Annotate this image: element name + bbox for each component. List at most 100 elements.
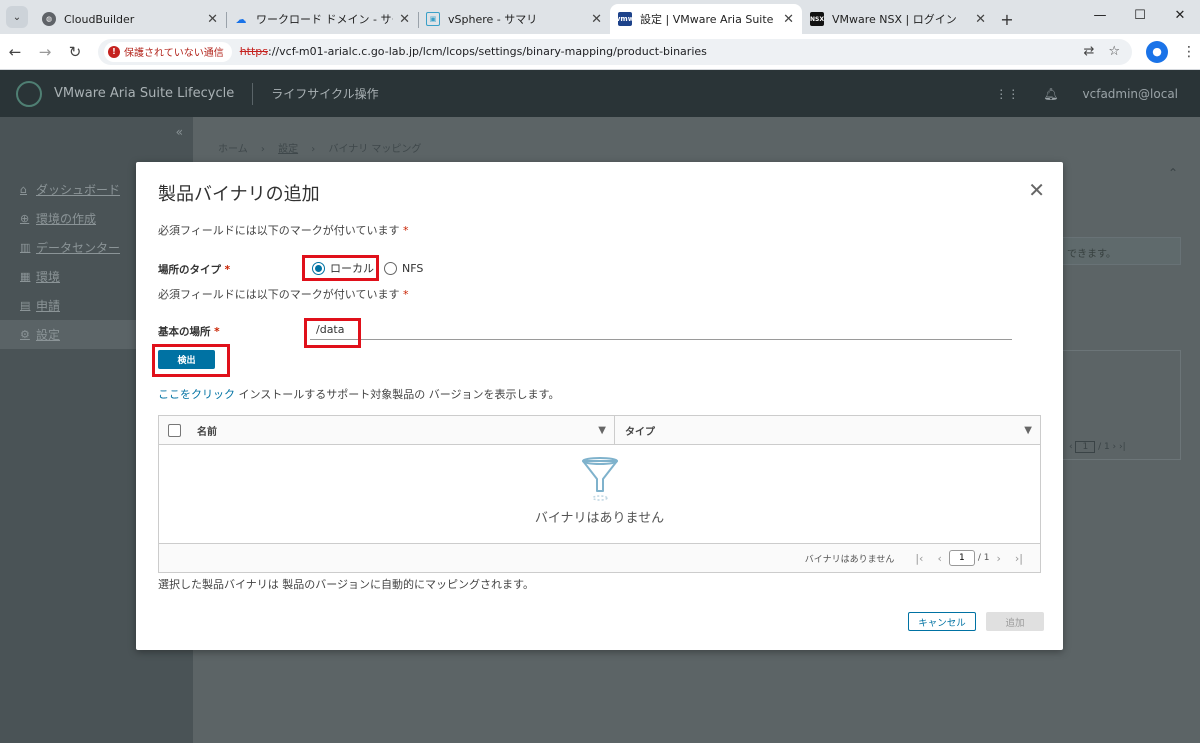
warning-icon: !	[108, 45, 120, 58]
required-star: *	[224, 264, 231, 276]
url-text[interactable]: https://vcf-m01-arialc.c.go-lab.jp/lcm/l…	[240, 45, 707, 58]
empty-funnel-icon	[582, 457, 618, 501]
tab-title: CloudBuilder	[64, 12, 135, 26]
maximize-icon[interactable]: ☐	[1120, 0, 1160, 30]
bell-icon[interactable]: 🔔︎	[1043, 87, 1058, 101]
vsphere-icon: ▣	[426, 12, 440, 26]
column-type[interactable]: タイプ ▼	[615, 416, 1040, 444]
close-icon[interactable]: ✕	[783, 12, 794, 27]
close-window-icon[interactable]: ✕	[1160, 0, 1200, 30]
browser-tab-vsphere[interactable]: ▣ vSphere - サマリ ✕	[418, 4, 610, 34]
breadcrumb-settings[interactable]: 設定	[278, 144, 298, 155]
back-arrow-icon[interactable]: ←	[0, 43, 30, 61]
browser-tab-nsx[interactable]: NSX VMware NSX | ログイン ✕	[802, 4, 994, 34]
previous-page-icon[interactable]: ‹	[937, 552, 941, 565]
datagrid-footer: バイナリはありません |‹ ‹ / 1 › ›|	[159, 543, 1040, 572]
browser-tab-cloudbuilder[interactable]: ◍ CloudBuilder ✕	[34, 4, 226, 34]
add-button[interactable]: 追加	[986, 612, 1044, 631]
location-type-label: 場所のタイプ *	[158, 262, 230, 277]
cancel-button[interactable]: キャンセル	[908, 612, 976, 631]
header-nav-lifecycle-ops[interactable]: ライフサイクル操作	[271, 85, 378, 102]
tab-search-button[interactable]: ⌄	[6, 6, 28, 28]
base-location-label: 基本の場所 *	[158, 324, 220, 339]
filter-icon[interactable]: ▼	[598, 425, 606, 436]
clipboard-icon: ▤	[20, 299, 31, 312]
profile-avatar-icon[interactable]: ●	[1146, 40, 1168, 63]
tab-title: vSphere - サマリ	[448, 13, 538, 26]
next-page-icon[interactable]: ›	[996, 552, 1000, 565]
breadcrumb: ホーム › 設定 › バイナリ マッピング	[218, 144, 422, 155]
url-scheme: https	[239, 45, 269, 58]
aria-logo-icon	[16, 80, 42, 107]
column-type-label: タイプ	[625, 426, 655, 438]
grid-icon: ▦	[20, 270, 31, 283]
radio-nfs[interactable]: NFS	[384, 261, 423, 275]
window-controls: — ☐ ✕	[1080, 0, 1200, 30]
location-type-label-text: 場所のタイプ	[158, 264, 221, 276]
add-product-binaries-dialog: 製品バイナリの追加 ✕ 必須フィールドには以下のマークが付いています * 場所の…	[136, 162, 1063, 650]
empty-message: バイナリはありません	[534, 511, 665, 526]
breadcrumb-home[interactable]: ホーム	[218, 144, 248, 155]
close-icon[interactable]: ✕	[1028, 178, 1045, 202]
apps-grid-icon[interactable]: ⋮⋮	[995, 87, 1019, 101]
translate-icon[interactable]: ⇄	[1083, 44, 1094, 59]
info-text: インストールするサポート対象製品の バージョンを表示します。	[235, 388, 560, 401]
dialog-title: 製品バイナリの追加	[158, 184, 320, 205]
sidebar-item-label: 設定	[36, 328, 61, 342]
app-title: VMware Aria Suite Lifecycle	[54, 86, 235, 101]
radio-local-label: ローカル	[330, 262, 374, 275]
background-pager: ‹ 1 / 1 › ›|	[1069, 441, 1126, 453]
address-bar[interactable]: ! 保護されていない通信 https://vcf-m01-arialc.c.go…	[98, 38, 1132, 65]
footer-summary: バイナリはありません	[804, 554, 895, 565]
required-star: *	[214, 326, 220, 338]
sidebar-item-label: 環境の作成	[36, 212, 97, 226]
radio-local[interactable]: ローカル	[312, 260, 374, 276]
radio-unselected-icon	[384, 261, 397, 275]
filter-icon[interactable]: ▼	[1024, 425, 1032, 436]
click-here-link[interactable]: ここをクリック	[158, 388, 235, 401]
chevron-up-icon[interactable]: ⌃	[1168, 166, 1178, 180]
gear-icon: ⚙	[20, 328, 30, 341]
minimize-icon[interactable]: —	[1080, 0, 1120, 30]
reload-icon[interactable]: ↻	[60, 43, 90, 61]
sidebar-item-label: ダッシュボード	[36, 183, 121, 197]
required-note-text: 必須フィールドには以下のマークが付いています	[158, 288, 400, 301]
close-icon[interactable]: ✕	[207, 12, 218, 27]
breadcrumb-binary-mapping: バイナリ マッピング	[328, 144, 422, 155]
browser-toolbar: ← → ↻ ! 保護されていない通信 https://vcf-m01-arial…	[0, 34, 1200, 70]
location-type-radio-group: ローカル NFS	[312, 260, 433, 276]
column-name[interactable]: 名前 ▼	[197, 416, 615, 444]
forward-arrow-icon[interactable]: →	[30, 43, 60, 61]
radio-selected-icon	[312, 261, 325, 275]
browser-tab-workload-domain[interactable]: ☁ ワークロード ドメイン - サービス ✕	[226, 4, 418, 34]
security-label: 保護されていない通信	[124, 48, 224, 59]
bookmark-star-icon[interactable]: ☆	[1108, 44, 1120, 59]
vmw-icon: vmw	[616, 12, 634, 26]
browser-tab-aria-settings[interactable]: vmw 設定 | VMware Aria Suite Lifecyc ✕	[610, 4, 802, 34]
collapse-sidebar-icon[interactable]: «	[0, 117, 193, 147]
tab-title: 設定 | VMware Aria Suite Lifecyc	[640, 13, 777, 26]
home-icon: ⌂	[20, 183, 27, 196]
base-location-input[interactable]	[310, 320, 1012, 340]
close-icon[interactable]: ✕	[975, 12, 986, 27]
close-icon[interactable]: ✕	[399, 12, 410, 27]
notice-text: できます。	[1067, 249, 1116, 260]
sidebar-item-label: 申請	[36, 299, 61, 313]
last-page-icon[interactable]: ›|	[1015, 552, 1023, 565]
required-star: *	[402, 288, 409, 301]
browser-menu-icon[interactable]: ⋮	[1182, 44, 1196, 60]
column-name-label: 名前	[197, 426, 217, 438]
background-panel: ⌃ できます。 ‹ 1 / 1 › ›|	[1063, 160, 1200, 460]
user-menu[interactable]: vcfadmin@local	[1083, 87, 1178, 101]
required-note: 必須フィールドには以下のマークが付いています *	[158, 222, 408, 238]
datagrid-header: 名前 ▼ タイプ ▼	[159, 416, 1040, 445]
security-chip[interactable]: ! 保護されていない通信	[104, 41, 232, 62]
first-page-icon[interactable]: |‹	[915, 552, 923, 565]
page-input[interactable]	[948, 550, 975, 566]
new-tab-button[interactable]: +	[994, 4, 1020, 34]
info-notice: できます。	[1063, 237, 1181, 265]
close-icon[interactable]: ✕	[591, 12, 602, 27]
browser-tab-bar: ⌄ ◍ CloudBuilder ✕ ☁ ワークロード ドメイン - サービス …	[0, 0, 1200, 34]
select-all-checkbox[interactable]	[168, 423, 181, 437]
detect-button[interactable]: 検出	[158, 350, 215, 369]
